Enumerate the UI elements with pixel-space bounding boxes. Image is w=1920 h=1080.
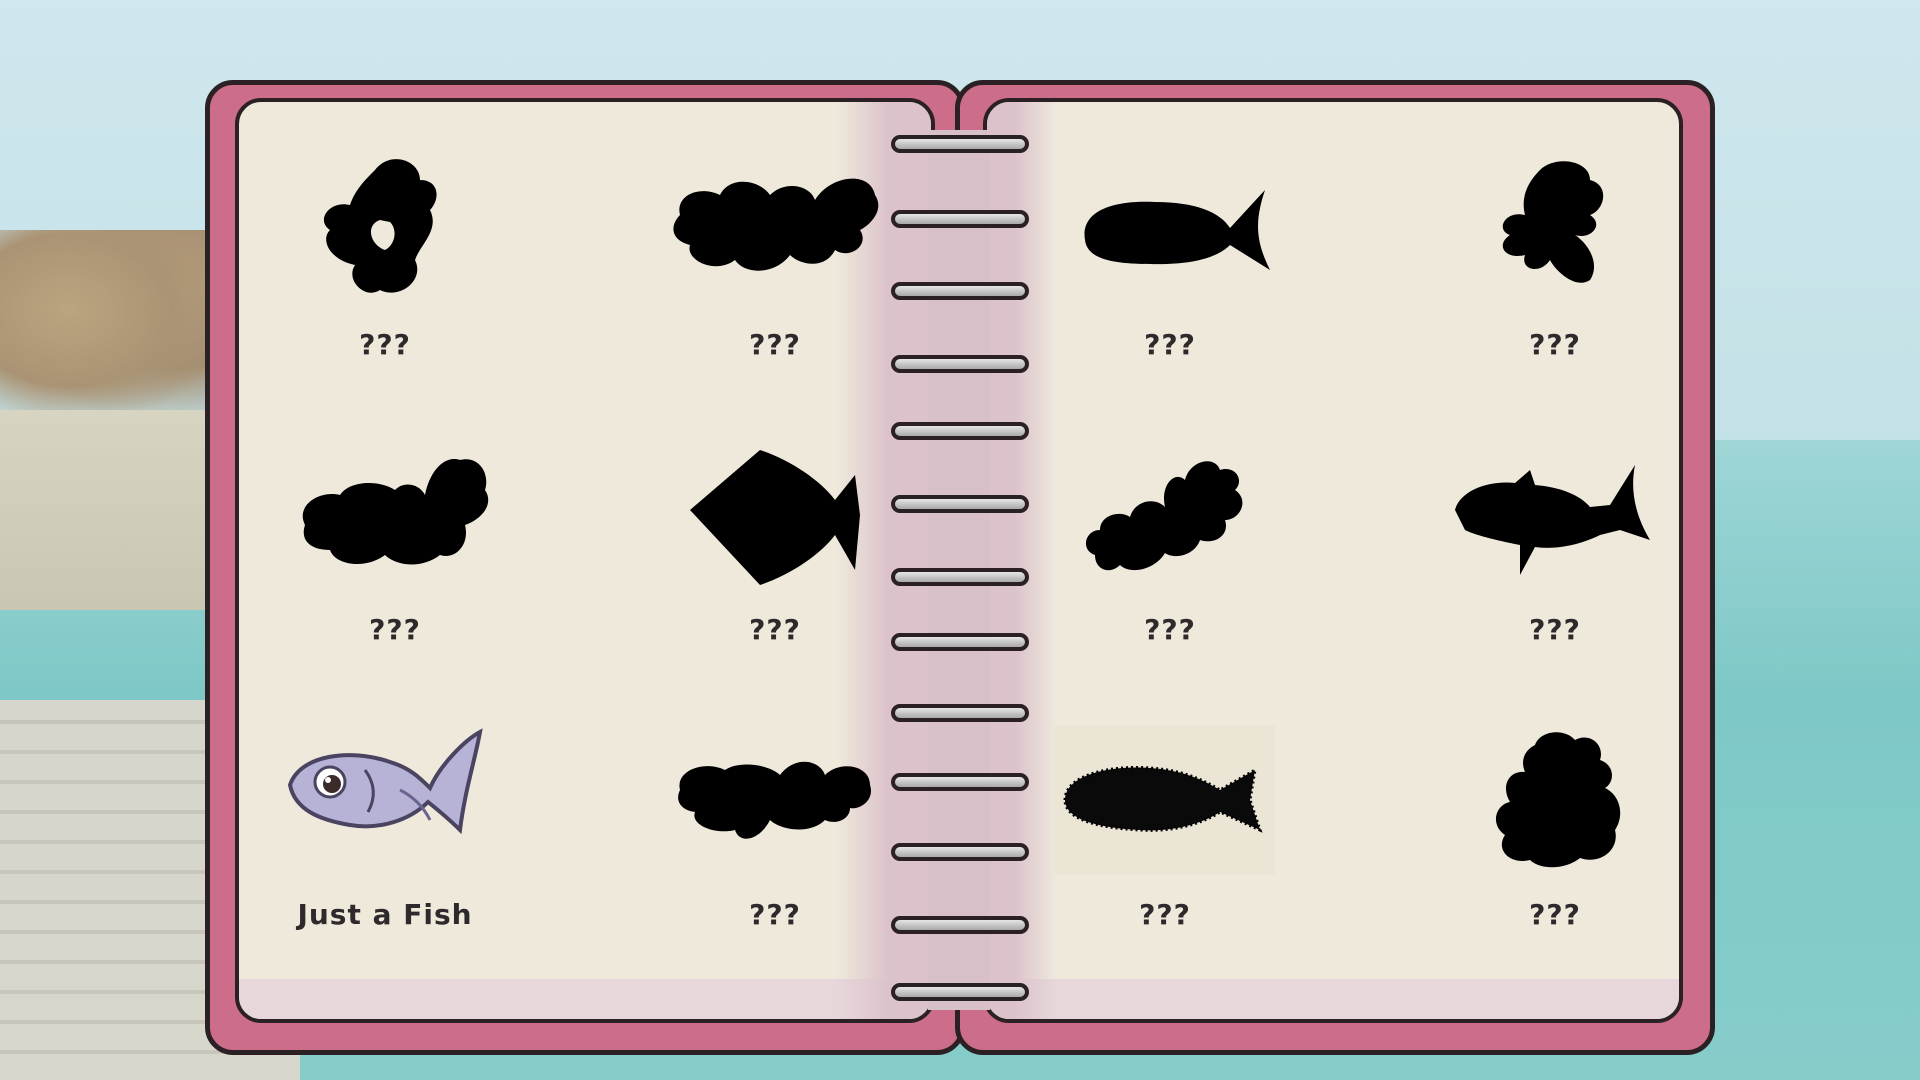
fish-journal-notebook: ??? ??? ??? ??? ??? ??? ??? ??? Just a F… bbox=[205, 80, 1715, 1055]
fish-name: ??? bbox=[1529, 898, 1581, 931]
spiral-ring bbox=[891, 843, 1029, 861]
background-trees bbox=[0, 230, 230, 430]
spiral-ring bbox=[891, 282, 1029, 300]
fish-silhouette bbox=[323, 159, 437, 293]
fish-name: ??? bbox=[1139, 898, 1191, 931]
fish-name: ??? bbox=[1144, 328, 1196, 361]
fish-silhouette bbox=[1502, 161, 1604, 283]
fish-entry[interactable]: ??? bbox=[255, 150, 515, 380]
fish-name: ??? bbox=[359, 328, 411, 361]
fish-entry[interactable]: Just a Fish bbox=[255, 720, 515, 950]
spiral-ring bbox=[891, 210, 1029, 228]
fish-entry[interactable]: ??? bbox=[645, 720, 905, 950]
fish-name: ??? bbox=[749, 613, 801, 646]
spiral-ring bbox=[891, 773, 1029, 791]
spiral-ring bbox=[891, 355, 1029, 373]
spiral-ring bbox=[891, 983, 1029, 1001]
spiral-ring bbox=[891, 704, 1029, 722]
fish-silhouette bbox=[690, 450, 860, 585]
spiral-ring bbox=[891, 568, 1029, 586]
fish-entry[interactable]: ??? bbox=[1035, 720, 1295, 950]
fish-silhouette bbox=[1455, 465, 1650, 575]
fish-entry[interactable]: ??? bbox=[1425, 150, 1685, 380]
fish-entry[interactable]: ??? bbox=[1040, 150, 1300, 380]
fish-silhouette bbox=[673, 178, 879, 271]
fish-entry[interactable]: ??? bbox=[645, 150, 905, 380]
fish-entry[interactable]: ??? bbox=[1425, 435, 1685, 665]
fish-name: ??? bbox=[1529, 613, 1581, 646]
just-a-fish-illustration bbox=[287, 728, 483, 835]
fish-name: ??? bbox=[369, 613, 421, 646]
fish-entry[interactable]: ??? bbox=[645, 435, 905, 665]
fish-name: ??? bbox=[749, 898, 801, 931]
page-shade bbox=[239, 979, 931, 1019]
fish-name: Just a Fish bbox=[297, 898, 473, 931]
fish-name: ??? bbox=[1144, 613, 1196, 646]
fish-silhouette bbox=[678, 761, 871, 839]
fish-name: ??? bbox=[749, 328, 801, 361]
spiral-ring bbox=[891, 135, 1029, 153]
spiral-ring bbox=[891, 633, 1029, 651]
fish-silhouette bbox=[1085, 461, 1243, 571]
fish-name: ??? bbox=[1529, 328, 1581, 361]
spiral-ring bbox=[891, 422, 1029, 440]
page-shade bbox=[987, 979, 1679, 1019]
spiral-ring bbox=[891, 495, 1029, 513]
spiral-ring bbox=[891, 916, 1029, 934]
fish-silhouette bbox=[1495, 732, 1621, 868]
fish-entry[interactable]: ??? bbox=[265, 435, 525, 665]
fish-silhouette bbox=[302, 459, 489, 565]
fish-entry[interactable]: ??? bbox=[1040, 435, 1300, 665]
fish-entry[interactable]: ??? bbox=[1425, 720, 1685, 950]
fish-silhouette bbox=[1084, 190, 1270, 270]
fish-silhouette bbox=[1055, 725, 1275, 875]
